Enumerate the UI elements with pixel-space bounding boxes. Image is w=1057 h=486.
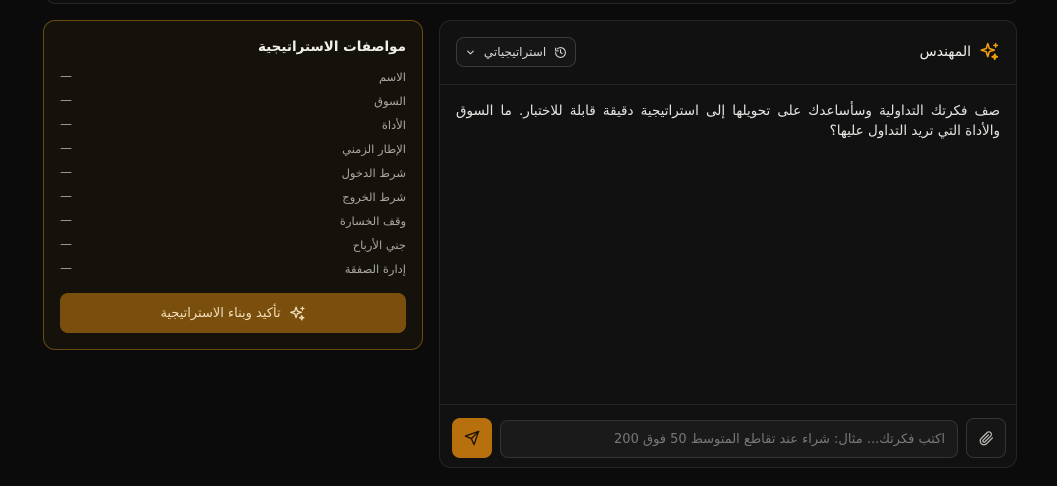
spec-value: — bbox=[60, 165, 72, 179]
spec-label: وقف الخسارة bbox=[339, 214, 406, 228]
spec-value: — bbox=[60, 237, 72, 251]
spec-row-stop-loss: وقف الخسارة — bbox=[60, 210, 406, 234]
spec-label: السوق bbox=[374, 94, 406, 108]
sparkles-icon bbox=[289, 305, 305, 321]
composer bbox=[440, 404, 1016, 467]
spec-value: — bbox=[60, 261, 72, 275]
spec-label: الإطار الزمني bbox=[342, 142, 406, 156]
spec-label: إدارة الصفقة bbox=[344, 262, 406, 276]
spec-label: الأداة bbox=[381, 118, 406, 132]
spec-row-trade-management: إدارة الصفقة — bbox=[60, 258, 406, 282]
strategy-spec-panel: مواصفات الاستراتيجية الاسم — السوق — الأ… bbox=[43, 20, 423, 350]
confirm-build-strategy-button[interactable]: تأكيد وبناء الاستراتيجية bbox=[60, 293, 406, 333]
spec-row-timeframe: الإطار الزمني — bbox=[60, 138, 406, 162]
spec-rows: الاسم — السوق — الأداة — الإطار الزمني —… bbox=[60, 66, 406, 282]
spec-label: الاسم bbox=[378, 70, 406, 84]
confirm-build-label: تأكيد وبناء الاستراتيجية bbox=[160, 305, 281, 321]
send-icon bbox=[464, 430, 480, 446]
spec-value: — bbox=[60, 69, 72, 83]
chat-header: المهندس استراتيجياتي bbox=[440, 21, 1016, 85]
chat-title-wrap: المهندس bbox=[920, 41, 1000, 62]
spec-row-exit: شرط الخروج — bbox=[60, 186, 406, 210]
spec-value: — bbox=[60, 213, 72, 227]
paperclip-icon bbox=[979, 430, 993, 445]
spec-row-entry: شرط الدخول — bbox=[60, 162, 406, 186]
top-bar bbox=[44, 0, 1020, 4]
sparkles-icon bbox=[980, 42, 999, 61]
spec-row-take-profit: جني الأرباح — bbox=[60, 234, 406, 258]
spec-label: جني الأرباح bbox=[352, 238, 406, 252]
assistant-message: صف فكرتك التداولية وسأساعدك على تحويلها … bbox=[456, 103, 1000, 139]
spec-row-instrument: الأداة — bbox=[60, 114, 406, 138]
my-strategies-label: استراتيجياتي bbox=[483, 45, 547, 59]
spec-row-name: الاسم — bbox=[60, 66, 406, 90]
idea-input[interactable] bbox=[500, 420, 958, 458]
attach-button[interactable] bbox=[966, 418, 1006, 458]
my-strategies-button[interactable]: استراتيجياتي bbox=[456, 37, 576, 67]
spec-value: — bbox=[60, 93, 72, 107]
spec-title: مواصفات الاستراتيجية bbox=[257, 39, 406, 55]
spec-row-market: السوق — bbox=[60, 90, 406, 114]
spec-value: — bbox=[60, 141, 72, 155]
chevron-down-icon bbox=[467, 50, 474, 54]
spec-value: — bbox=[60, 117, 72, 131]
spec-label: شرط الخروج bbox=[342, 190, 406, 204]
spec-value: — bbox=[60, 189, 72, 203]
spec-label: شرط الدخول bbox=[341, 166, 406, 180]
history-icon bbox=[555, 46, 567, 58]
chat-title: المهندس bbox=[919, 43, 971, 60]
chat-panel: المهندس استراتيجياتي صف فكرتك التداولية … bbox=[439, 20, 1017, 468]
send-button[interactable] bbox=[452, 418, 492, 458]
